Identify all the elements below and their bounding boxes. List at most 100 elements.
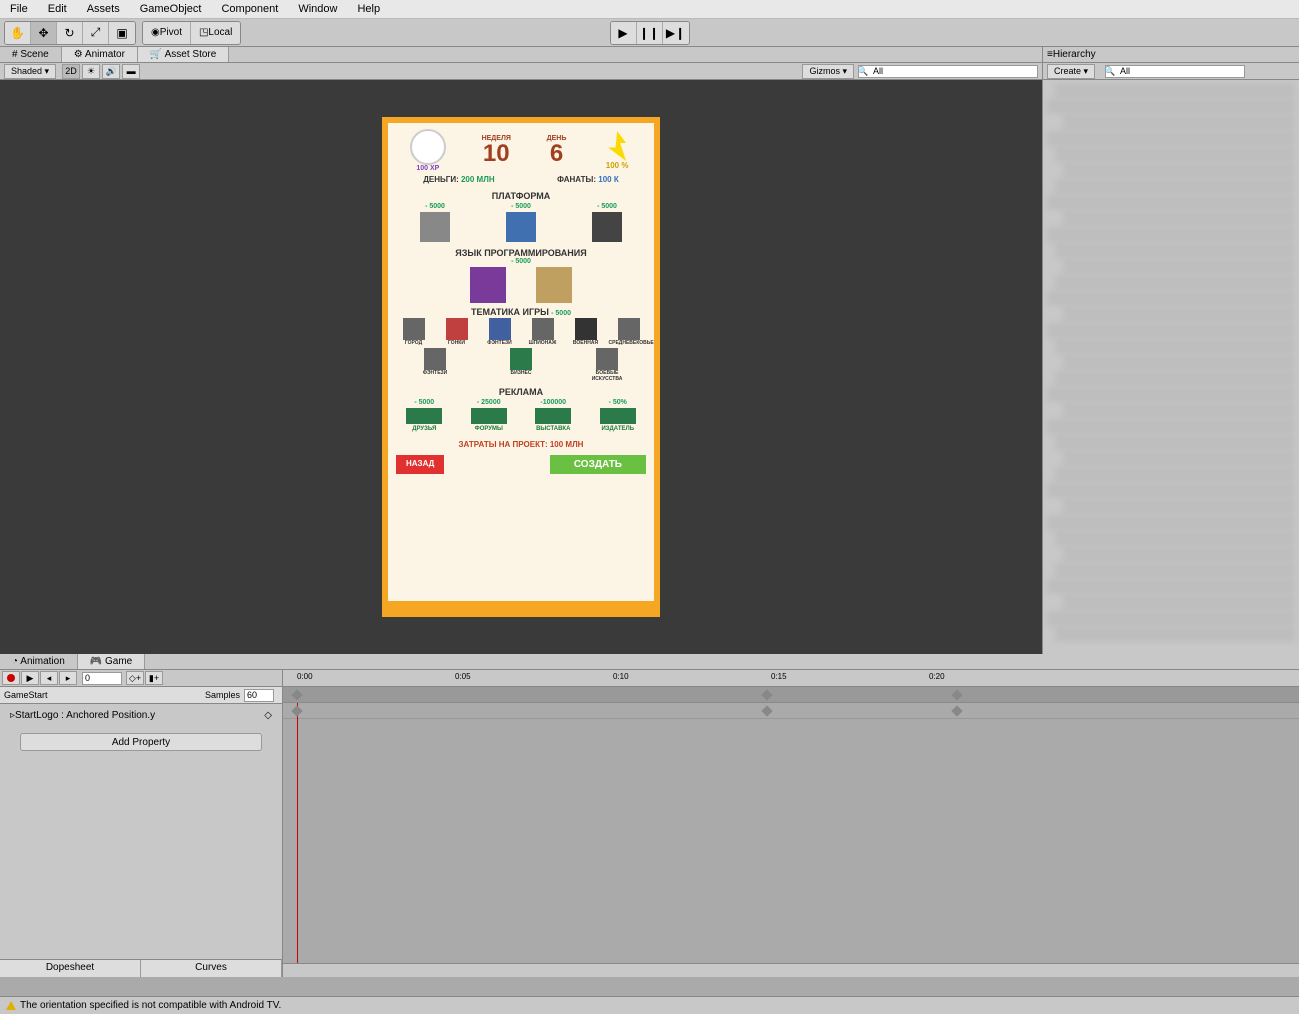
lang-js-icon[interactable] <box>536 267 572 303</box>
theme-item[interactable]: СРЕДНЕВЕКОВЬЕ <box>609 318 649 346</box>
tab-scene[interactable]: # Scene <box>0 47 62 62</box>
ad-title: РЕКЛАМА <box>392 387 650 397</box>
tab-assetstore[interactable]: 🛒 Asset Store <box>138 47 229 62</box>
local-toggle[interactable]: ◳ Local <box>191 22 240 44</box>
animation-panel: ◔ Animation 🎮 Game ▶ ◂ ▸ ◇+ ▮+ GameStart… <box>0 654 1299 977</box>
theme-cost: - 5000 <box>551 310 571 317</box>
scene-viewport[interactable]: 100 XP НЕДЕЛЯ 10 ДЕНЬ 6 100 % <box>0 80 1042 654</box>
step-button[interactable]: ▶❙ <box>663 22 689 44</box>
scene-toolbar: Shaded ▾ 2D ☀ 🔊 ▬ Gizmos ▾ 🔍 <box>0 63 1042 80</box>
menu-window[interactable]: Window <box>288 0 347 18</box>
menu-edit[interactable]: Edit <box>38 0 77 18</box>
theme-item[interactable]: БИЗНЕС <box>501 348 541 382</box>
ad-item[interactable]: - 25000ФОРУМЫ <box>471 399 507 432</box>
search-icon: 🔍 <box>1104 66 1115 77</box>
menu-assets[interactable]: Assets <box>77 0 130 18</box>
frame-field[interactable] <box>82 672 122 685</box>
lang-cost: - 5000 <box>392 258 650 265</box>
clip-dropdown[interactable]: GameStart <box>4 690 48 700</box>
hierarchy-search[interactable] <box>1105 65 1245 78</box>
samples-field[interactable] <box>244 689 274 702</box>
ad-item[interactable]: - 5000ДРУЗЬЯ <box>406 399 442 432</box>
2d-toggle[interactable]: 2D <box>62 64 80 79</box>
curves-tab[interactable]: Curves <box>141 960 282 977</box>
keyframe-icon[interactable] <box>761 705 772 716</box>
tab-animation[interactable]: ◔ Animation <box>0 654 78 669</box>
theme-item[interactable]: ФЭНТЕЗИ <box>415 348 455 382</box>
platform-cost-0: - 5000 <box>420 203 450 210</box>
back-button[interactable]: НАЗАД <box>396 455 444 474</box>
audio-toggle[interactable]: 🔊 <box>102 64 120 79</box>
hierarchy-list[interactable] <box>1043 80 1299 654</box>
theme-item[interactable]: ФЭНТЕЗИ <box>480 318 520 346</box>
create-button[interactable]: СОЗДАТЬ <box>550 455 646 474</box>
timeline-scrollbar[interactable] <box>283 963 1299 977</box>
hierarchy-create-dropdown[interactable]: Create ▾ <box>1047 64 1095 79</box>
scene-search[interactable] <box>858 65 1038 78</box>
energy-icon <box>602 131 632 161</box>
move-tool[interactable]: ✥ <box>31 22 57 44</box>
menu-file[interactable]: File <box>0 0 38 18</box>
next-key-button[interactable]: ▸ <box>59 671 77 685</box>
animation-controls: ▶ ◂ ▸ ◇+ ▮+ <box>0 670 282 687</box>
day-value: 6 <box>547 142 567 166</box>
pause-button[interactable]: ❙❙ <box>637 22 663 44</box>
keyframe-icon[interactable] <box>951 689 962 700</box>
theme-item[interactable]: ШПИОНАЖ <box>523 318 563 346</box>
add-property-button[interactable]: Add Property <box>20 733 262 751</box>
fx-toggle[interactable]: ▬ <box>122 64 140 79</box>
ad-item[interactable]: -100000ВЫСТАВКА <box>535 399 571 432</box>
scale-tool[interactable]: ⤢ <box>83 22 109 44</box>
tick: 0:05 <box>455 672 471 681</box>
play-anim-button[interactable]: ▶ <box>21 671 39 685</box>
timeline-property-row <box>283 703 1299 719</box>
status-bar: The orientation specified is not compati… <box>0 996 1299 1014</box>
prev-key-button[interactable]: ◂ <box>40 671 58 685</box>
hand-tool[interactable]: ✋ <box>5 22 31 44</box>
timeline-ruler[interactable]: 0:00 0:05 0:10 0:15 0:20 <box>283 670 1299 687</box>
keyframe-icon[interactable] <box>291 689 302 700</box>
theme-item[interactable]: ВОЕННАЯ <box>566 318 606 346</box>
tab-animator[interactable]: ⚙ Animator <box>62 47 138 62</box>
animated-property[interactable]: ▹ StartLogo : Anchored Position.y◇ <box>0 704 282 727</box>
rotate-tool[interactable]: ↻ <box>57 22 83 44</box>
tab-game[interactable]: 🎮 Game <box>78 654 145 669</box>
energy-value: 100 % <box>602 161 632 170</box>
theme-item[interactable]: БОЕВЫЕ ИСКУССТВА <box>587 348 627 382</box>
shading-dropdown[interactable]: Shaded ▾ <box>4 64 56 79</box>
platform-pc-icon[interactable] <box>420 212 450 242</box>
pivot-toggle[interactable]: ◉ Pivot <box>143 22 191 44</box>
keyframe-icon[interactable] <box>761 689 772 700</box>
theme-item[interactable]: ГОНКИ <box>437 318 477 346</box>
platform-console-icon[interactable] <box>592 212 622 242</box>
ad-item[interactable]: - 50%ИЗДАТЕЛЬ <box>600 399 636 432</box>
menu-help[interactable]: Help <box>347 0 390 18</box>
playhead[interactable] <box>297 687 298 963</box>
platform-mobile-icon[interactable] <box>506 212 536 242</box>
status-message: The orientation specified is not compati… <box>20 1000 281 1011</box>
pivot-local-group: ◉ Pivot ◳ Local <box>142 21 241 45</box>
dopesheet-tab[interactable]: Dopesheet <box>0 960 141 977</box>
transform-tools: ✋ ✥ ↻ ⤢ ▣ <box>4 21 136 45</box>
theme-item[interactable]: ГОРОД <box>394 318 434 346</box>
rect-tool[interactable]: ▣ <box>109 22 135 44</box>
avatar-icon <box>410 129 446 165</box>
lang-csharp-icon[interactable] <box>470 267 506 303</box>
add-key-button[interactable]: ◇+ <box>126 671 144 685</box>
theme-title: ТЕМАТИКА ИГРЫ <box>471 307 549 317</box>
money-value: 200 МЛН <box>461 175 495 184</box>
hierarchy-panel: ≡ Hierarchy Create ▾ 🔍 <box>1042 47 1299 654</box>
light-toggle[interactable]: ☀ <box>82 64 100 79</box>
add-event-button[interactable]: ▮+ <box>145 671 163 685</box>
gizmos-dropdown[interactable]: Gizmos ▾ <box>802 64 854 79</box>
tick: 0:00 <box>297 672 313 681</box>
keyframe-icon[interactable] <box>951 705 962 716</box>
keyframe-icon[interactable] <box>291 705 302 716</box>
timeline[interactable]: 0:00 0:05 0:10 0:15 0:20 <box>283 670 1299 977</box>
record-button[interactable] <box>2 671 20 685</box>
scene-panel: # Scene ⚙ Animator 🛒 Asset Store Shaded … <box>0 47 1042 654</box>
menu-component[interactable]: Component <box>211 0 288 18</box>
menu-gameobject[interactable]: GameObject <box>130 0 212 18</box>
play-button[interactable]: ▶ <box>611 22 637 44</box>
week-value: 10 <box>482 142 511 166</box>
